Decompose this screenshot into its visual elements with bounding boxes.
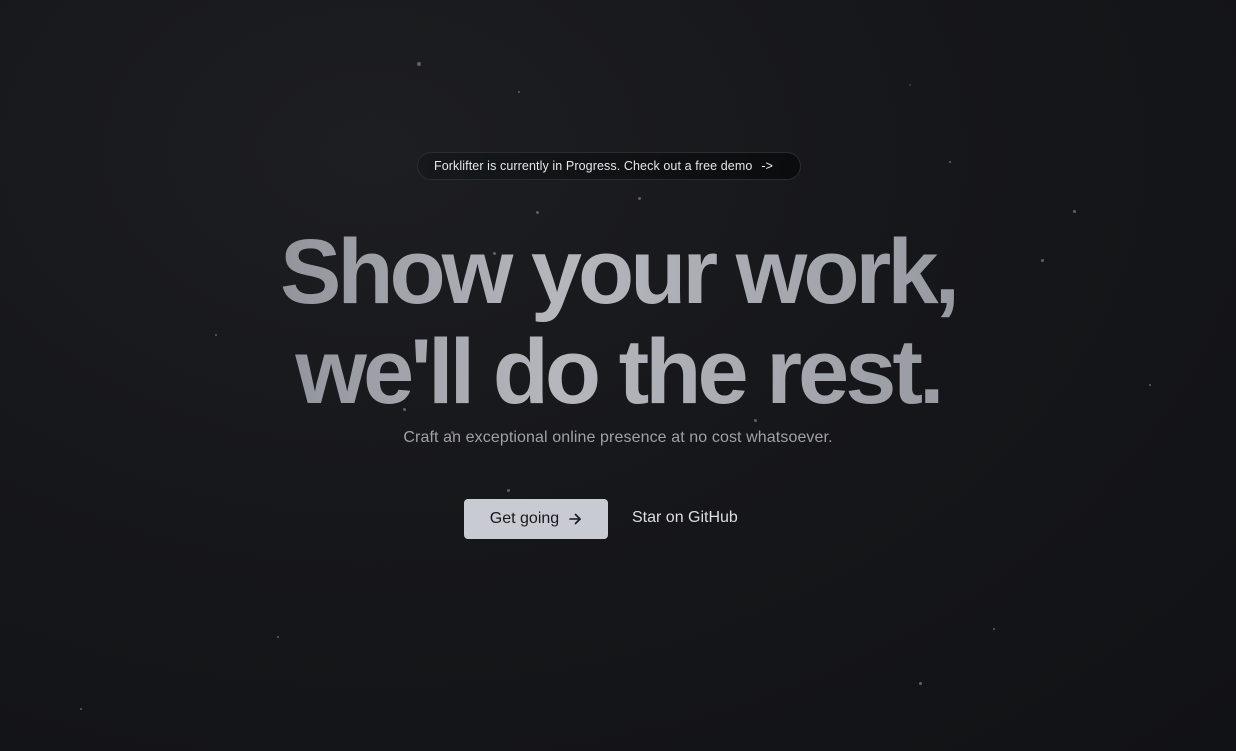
get-going-button[interactable]: Get going bbox=[464, 499, 608, 539]
headline-line-1: Show your work, bbox=[279, 221, 957, 323]
arrow-right-icon bbox=[568, 512, 582, 526]
announcement-text: Forklifter is currently in Progress. Che… bbox=[434, 159, 753, 173]
hero-section: Forklifter is currently in Progress. Che… bbox=[0, 0, 1236, 751]
get-going-label: Get going bbox=[489, 510, 560, 527]
hero-headline: Show your work, we'll do the rest. bbox=[0, 222, 1236, 422]
headline-line-2: we'll do the rest. bbox=[295, 321, 941, 423]
announcement-arrow: -> bbox=[761, 159, 774, 173]
hero-subtitle: Craft an exceptional online presence at … bbox=[403, 429, 833, 446]
star-on-github-link[interactable]: Star on GitHub bbox=[632, 509, 738, 527]
announcement-banner[interactable]: Forklifter is currently in Progress. Che… bbox=[417, 152, 801, 180]
